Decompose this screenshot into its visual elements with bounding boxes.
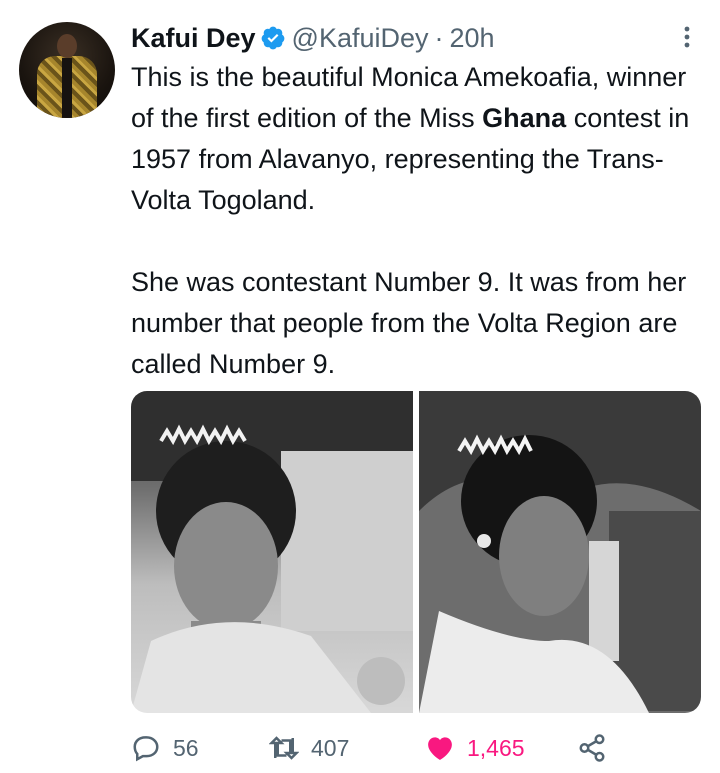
tweet-paragraph-2: She was contestant Number 9. It was from… [131,267,687,379]
avatar[interactable] [19,22,115,118]
author-name[interactable]: Kafui Dey [131,23,256,54]
tweet-paragraph-1: This is the beautiful Monica Amekoafia, … [131,62,690,215]
reply-count: 56 [173,734,199,761]
like-button[interactable]: 1,465 [425,733,577,763]
share-icon [579,734,605,762]
retweet-button[interactable]: 407 [269,733,425,763]
retweet-count: 407 [311,734,350,761]
share-button[interactable] [577,733,617,763]
photo-1[interactable] [131,391,413,713]
tweet-text: This is the beautiful Monica Amekoafia, … [131,57,706,385]
photo-1-illustration [131,391,413,713]
verified-badge-icon [261,26,284,50]
avatar-shirt [62,58,72,118]
media-grid [131,391,701,713]
bold-word: Ghana [482,103,567,133]
reply-icon [133,736,159,762]
retweet-icon [269,736,299,760]
more-icon[interactable] [672,22,702,52]
heart-icon [428,737,452,760]
photo-2[interactable] [419,391,701,713]
author-handle[interactable]: @KafuiDey [292,23,429,54]
like-count: 1,465 [467,734,525,761]
photo-2-illustration [419,391,701,713]
tweet-header: Kafui Dey @KafuiDey · 20h [131,18,700,58]
separator: · [434,22,444,53]
timestamp[interactable]: 20h [450,23,495,54]
reply-button[interactable]: 56 [131,733,269,763]
action-bar: 56 407 1,465 [131,728,700,768]
avatar-head [57,34,77,58]
